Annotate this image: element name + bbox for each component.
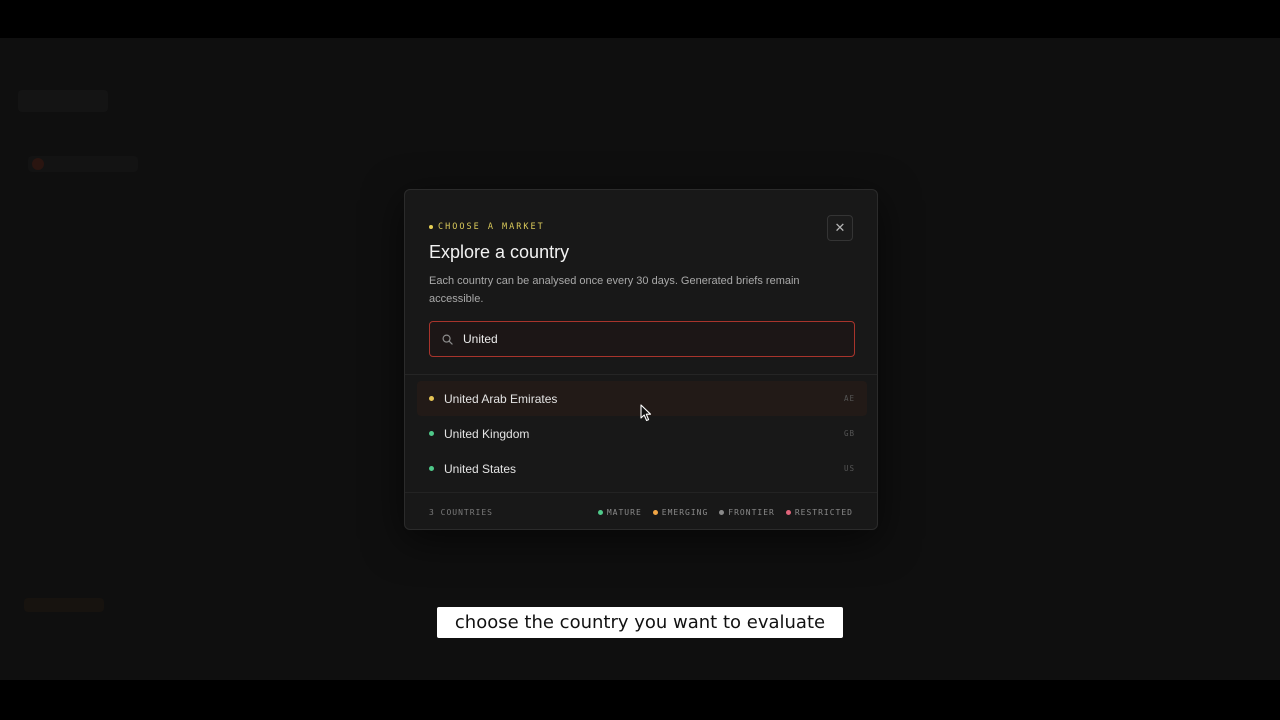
status-legend: MATURE EMERGING FRONTIER RESTRICTED xyxy=(597,508,853,517)
country-name: United States xyxy=(444,461,517,476)
legend-label: MATURE xyxy=(606,508,642,517)
country-code: US xyxy=(843,464,855,473)
legend-restricted: RESTRICTED xyxy=(785,508,853,517)
video-caption: choose the country you want to evaluate xyxy=(437,607,843,638)
eyebrow-label: CHOOSE A MARKET xyxy=(438,222,545,232)
app-title-placeholder xyxy=(18,90,108,112)
country-picker-modal: CHOOSE A MARKET ✕ Explore a country Each… xyxy=(404,189,878,530)
status-dot xyxy=(429,466,434,471)
legend-dot xyxy=(719,510,725,515)
modal-description: Each country can be analysed once every … xyxy=(429,275,800,305)
sidebar-footer-placeholder xyxy=(24,598,104,612)
legend-dot xyxy=(785,510,791,515)
legend-dot xyxy=(597,510,603,515)
country-results-list: United Arab Emirates AE United Kingdom G… xyxy=(417,381,867,486)
country-code: AE xyxy=(843,394,855,403)
search-icon xyxy=(442,334,453,345)
legend-dot xyxy=(652,510,658,515)
legend-label: FRONTIER xyxy=(728,508,775,517)
sidebar-item-placeholder xyxy=(28,156,138,172)
status-dot xyxy=(429,396,434,401)
search-input[interactable] xyxy=(463,332,823,346)
country-option-us[interactable]: United States US xyxy=(417,451,867,486)
modal-title: Explore a country xyxy=(429,242,570,262)
legend-mature: MATURE xyxy=(597,508,642,517)
modal-eyebrow: CHOOSE A MARKET xyxy=(429,222,545,232)
country-name: United Kingdom xyxy=(444,426,530,441)
status-dot xyxy=(429,431,434,436)
legend-frontier: FRONTIER xyxy=(719,508,775,517)
country-search-field[interactable] xyxy=(429,321,855,357)
results-count: 3 COUNTRIES xyxy=(429,508,493,517)
country-code: GB xyxy=(843,429,855,438)
sidebar-item-dot xyxy=(32,158,44,170)
eyebrow-dot xyxy=(429,225,433,229)
legend-emerging: EMERGING xyxy=(652,508,709,517)
mouse-cursor-icon xyxy=(640,404,652,427)
close-button[interactable]: ✕ xyxy=(827,215,853,241)
divider xyxy=(405,374,877,375)
close-icon: ✕ xyxy=(834,220,846,235)
footer-divider xyxy=(405,492,877,493)
legend-label: EMERGING xyxy=(661,508,709,517)
legend-label: RESTRICTED xyxy=(794,508,853,517)
